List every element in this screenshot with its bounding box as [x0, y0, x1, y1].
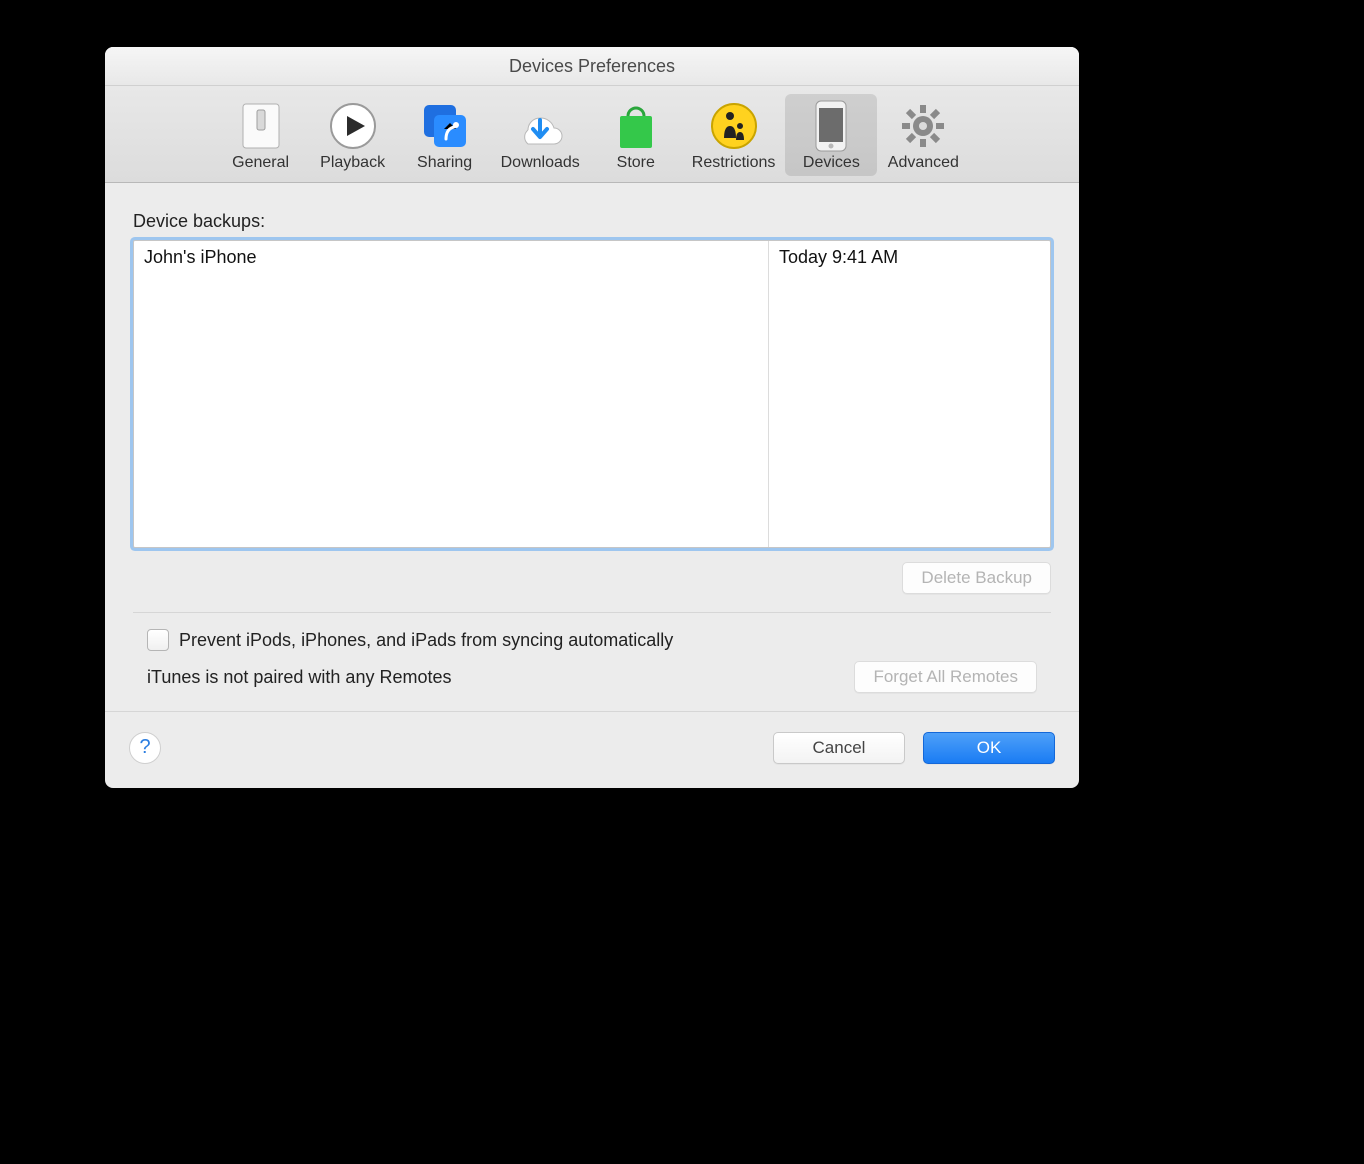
divider	[133, 612, 1051, 613]
tab-store[interactable]: Store	[590, 94, 682, 176]
remotes-status-text: iTunes is not paired with any Remotes	[147, 667, 451, 688]
tab-label: General	[232, 154, 289, 172]
playback-icon	[327, 100, 379, 152]
tab-label: Restrictions	[692, 154, 776, 172]
tab-downloads[interactable]: Downloads	[491, 94, 590, 176]
delete-backup-button[interactable]: Delete Backup	[902, 562, 1051, 594]
backup-date: Today 9:41 AM	[769, 241, 1050, 547]
store-icon	[610, 100, 662, 152]
tab-label: Advanced	[888, 154, 959, 172]
tab-label: Playback	[320, 154, 385, 172]
tab-sharing[interactable]: Sharing	[399, 94, 491, 176]
downloads-icon	[514, 100, 566, 152]
devices-icon	[805, 100, 857, 152]
sharing-icon	[419, 100, 471, 152]
tab-playback[interactable]: Playback	[307, 94, 399, 176]
tab-label: Sharing	[417, 154, 472, 172]
ok-button[interactable]: OK	[923, 732, 1055, 764]
backup-device-name: John's iPhone	[134, 241, 769, 547]
tab-label: Store	[617, 154, 655, 172]
device-backups-label: Device backups:	[133, 211, 1051, 232]
restrictions-icon	[708, 100, 760, 152]
window-title: Devices Preferences	[509, 56, 675, 77]
content-area: Device backups: John's iPhone Today 9:41…	[105, 183, 1079, 711]
general-icon	[235, 100, 287, 152]
tab-devices[interactable]: Devices	[785, 94, 877, 176]
preferences-toolbar: General Playback Sharing	[105, 86, 1079, 183]
tab-label: Downloads	[501, 154, 580, 172]
help-button[interactable]: ?	[129, 732, 161, 764]
cancel-button[interactable]: Cancel	[773, 732, 905, 764]
advanced-icon	[897, 100, 949, 152]
table-row[interactable]: John's iPhone Today 9:41 AM	[134, 241, 1050, 547]
tab-general[interactable]: General	[215, 94, 307, 176]
window-titlebar: Devices Preferences	[105, 47, 1079, 86]
tab-advanced[interactable]: Advanced	[877, 94, 969, 176]
tab-restrictions[interactable]: Restrictions	[682, 94, 786, 176]
tab-label: Devices	[803, 154, 860, 172]
dialog-footer: ? Cancel OK	[105, 711, 1079, 788]
forget-all-remotes-button[interactable]: Forget All Remotes	[854, 661, 1037, 693]
prevent-sync-row[interactable]: Prevent iPods, iPhones, and iPads from s…	[147, 629, 1037, 651]
preferences-window: Devices Preferences General Playback	[105, 47, 1079, 788]
prevent-sync-checkbox[interactable]	[147, 629, 169, 651]
device-backups-list[interactable]: John's iPhone Today 9:41 AM	[133, 240, 1051, 548]
prevent-sync-label: Prevent iPods, iPhones, and iPads from s…	[179, 630, 673, 651]
